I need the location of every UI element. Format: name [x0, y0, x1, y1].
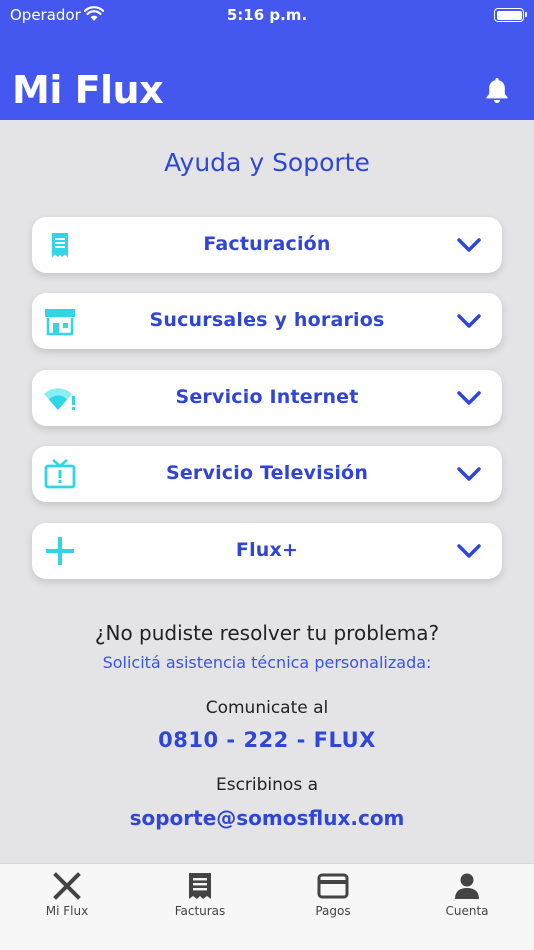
section-label: Servicio Televisión — [165, 462, 369, 484]
email-link[interactable]: soporte@somosflux.com — [0, 806, 534, 830]
chevron-down-icon[interactable] — [456, 312, 482, 330]
call-label: Comunicate al — [205, 698, 329, 718]
invoice-icon — [189, 873, 211, 899]
clock: 5:16 p.m. — [226, 6, 308, 24]
tab-label: Mi Flux — [45, 904, 89, 918]
phone-link[interactable]: 0810 - 222 - FLUX — [0, 728, 534, 752]
help-question: ¿No pudiste resolver tu problema? — [94, 621, 440, 645]
section-facturacion[interactable]: Facturación — [32, 217, 502, 273]
battery-icon — [494, 8, 527, 22]
section-label: Facturación — [203, 233, 331, 255]
tab-cuenta[interactable]: Cuenta — [400, 872, 534, 932]
tab-label: Facturas — [174, 904, 226, 918]
tab-mi-flux[interactable]: Mi Flux — [0, 872, 134, 932]
tab-facturas[interactable]: Facturas — [133, 872, 267, 932]
chevron-down-icon[interactable] — [456, 389, 482, 407]
status-bar: Operador 5:16 p.m. — [0, 4, 534, 26]
section-sucursales[interactable]: Sucursales y horarios — [32, 293, 502, 349]
user-icon — [455, 873, 479, 899]
page-title: Ayuda y Soporte — [164, 148, 370, 177]
section-television[interactable]: Servicio Televisión — [32, 446, 502, 502]
section-label: Servicio Internet — [175, 386, 359, 408]
section-internet[interactable]: Servicio Internet — [32, 370, 502, 426]
section-fluxplus[interactable]: Flux+ — [32, 523, 502, 579]
flux-x-icon — [53, 872, 81, 900]
assistance-link[interactable]: Solicitá asistencia técnica personalizad… — [0, 653, 534, 672]
credit-card-icon — [317, 873, 349, 899]
tab-pagos[interactable]: Pagos — [266, 872, 400, 932]
write-label: Escribinos a — [215, 775, 319, 795]
brand-logo: Mi Flux — [12, 68, 164, 112]
app-header: Operador 5:16 p.m. Mi Flux — [0, 0, 534, 120]
tab-bar: Mi Flux Facturas Pagos Cuenta — [0, 863, 534, 950]
chevron-down-icon[interactable] — [456, 465, 482, 483]
chevron-down-icon[interactable] — [456, 236, 482, 254]
section-label: Flux+ — [235, 539, 299, 561]
chevron-down-icon[interactable] — [456, 542, 482, 560]
section-label: Sucursales y horarios — [149, 309, 385, 331]
tab-label: Cuenta — [445, 904, 489, 918]
tab-label: Pagos — [315, 904, 351, 918]
bell-icon[interactable] — [484, 76, 510, 104]
